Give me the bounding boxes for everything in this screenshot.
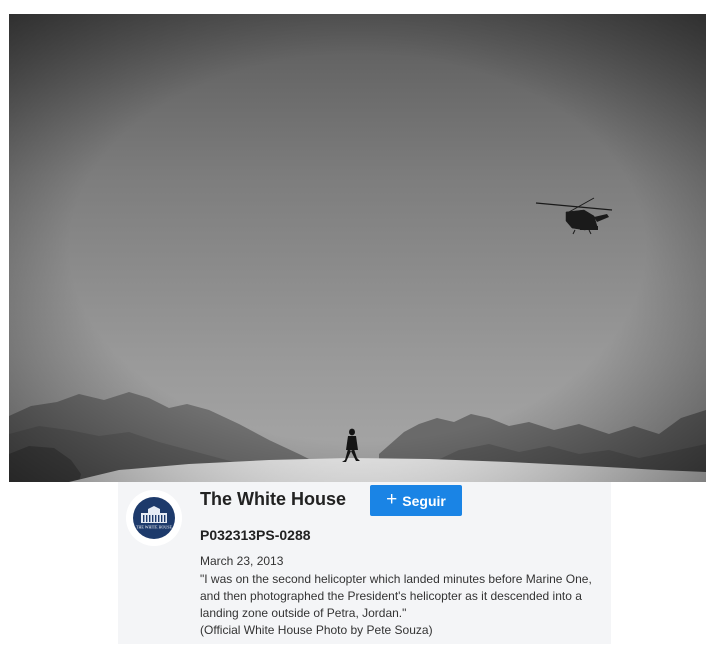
photo-credit: (Official White House Photo by Pete Souz… [200,623,433,637]
photo-caption-card: THE WHITE HOUSE The White House + Seguir… [118,482,611,644]
white-house-seal-icon[interactable]: THE WHITE HOUSE [126,490,182,546]
account-name[interactable]: The White House [200,489,346,510]
plus-icon: + [386,489,398,510]
photo-description: "I was on the second helicopter which la… [200,572,592,620]
main-photo[interactable] [9,14,706,482]
follow-button[interactable]: + Seguir [370,485,462,516]
photo-image [9,14,706,482]
photo-id: P032313PS-0288 [200,527,311,543]
photo-date: March 23, 2013 [200,554,284,568]
follow-button-label: Seguir [402,492,446,509]
photo-page: THE WHITE HOUSE The White House + Seguir… [0,0,707,646]
seal-text: THE WHITE HOUSE [136,525,172,530]
